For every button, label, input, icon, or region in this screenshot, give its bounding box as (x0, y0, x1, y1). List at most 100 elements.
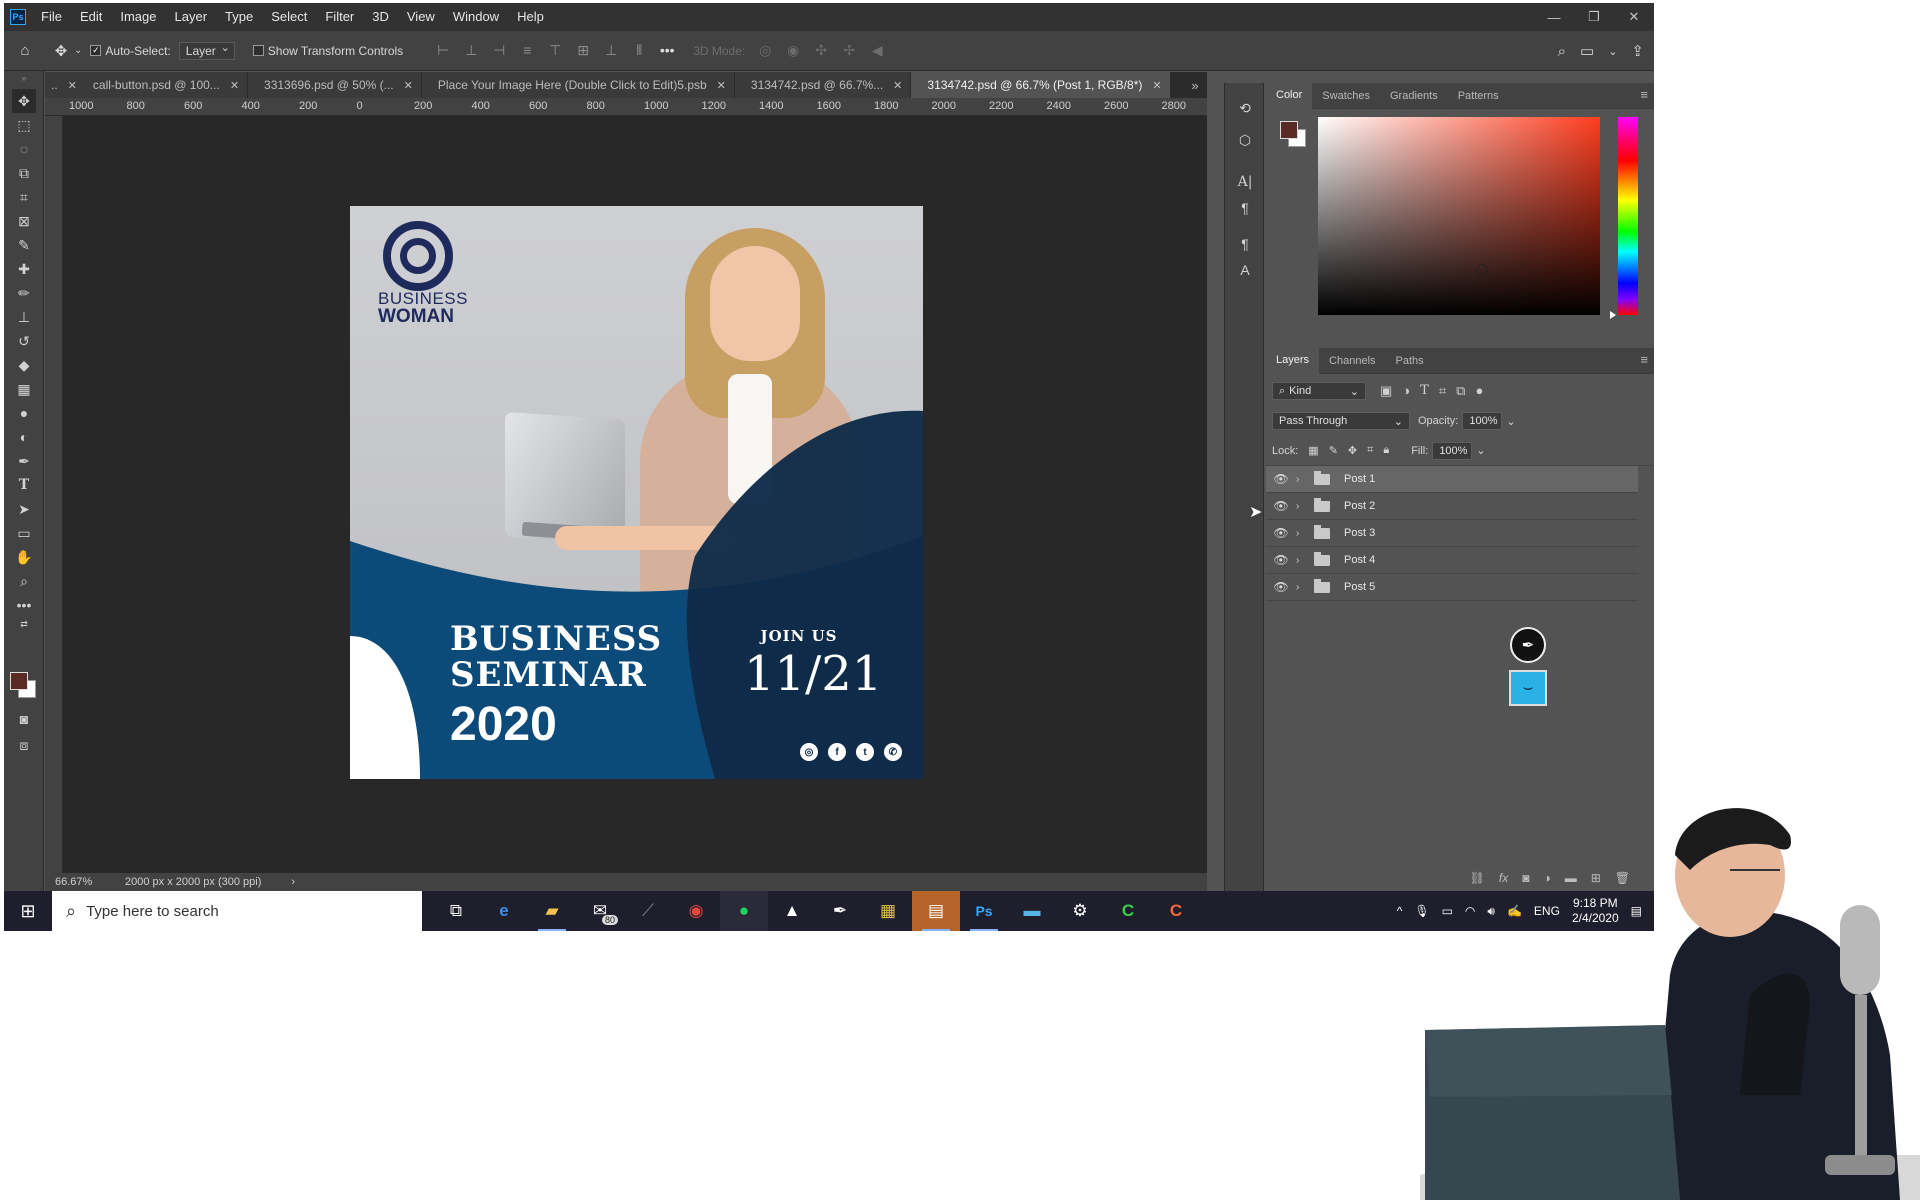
align-top-icon[interactable]: ⊤ (543, 42, 567, 59)
screen-capture-overlay-icon[interactable]: ⌣ (1509, 670, 1547, 706)
edge-browser-icon[interactable]: e (480, 891, 528, 931)
3d-pan-icon[interactable]: ✣ (809, 42, 833, 59)
file-explorer-icon[interactable]: ▰ (528, 891, 576, 931)
tabs-overflow-icon[interactable]: » (1183, 72, 1207, 98)
rectangle-tool-icon[interactable]: ▭ (12, 521, 36, 545)
spotify-icon[interactable]: ● (720, 891, 768, 931)
vertical-ruler[interactable] (45, 116, 63, 873)
tab-paths[interactable]: Paths (1386, 348, 1434, 374)
canvas-area[interactable]: BUSINESS WOMAN BUSINESS SEMINAR 2020 JOI… (63, 116, 1207, 873)
tab-layers[interactable]: Layers (1266, 346, 1320, 375)
tab-3134742-a[interactable]: 3134742.psd @ 66.7%... ✕ (734, 72, 912, 98)
tab-close-icon[interactable]: ✕ (717, 79, 726, 92)
windows-start-icon[interactable]: ⊞ (4, 891, 52, 931)
menu-image[interactable]: Image (111, 3, 165, 31)
taskbar-search[interactable]: ⌕ Type here to search (52, 891, 422, 931)
lock-all-icon[interactable]: 🔒︎ (1383, 444, 1389, 457)
home-icon[interactable]: ⌂ (12, 38, 38, 64)
show-transform-checkbox[interactable]: Show Transform Controls (252, 44, 403, 58)
lock-transparency-icon[interactable]: ▦ (1308, 444, 1318, 457)
tab-gradients[interactable]: Gradients (1380, 83, 1448, 109)
image-editor-icon[interactable]: ▦ (864, 891, 912, 931)
close-icon[interactable]: ✕ (1614, 3, 1654, 31)
3d-scale-icon[interactable]: ◀ (865, 42, 889, 59)
pixel-filter-icon[interactable]: ▣ (1380, 383, 1392, 399)
search-icon[interactable]: ⌕ (1558, 43, 1566, 60)
layer-filter-kind-dropdown[interactable]: ⌕ Kind ⌄ (1272, 382, 1366, 400)
menu-edit[interactable]: Edit (71, 3, 111, 31)
visibility-eye-icon[interactable]: 👁︎ (1266, 553, 1296, 567)
hand-tool-icon[interactable]: ✋ (12, 545, 36, 569)
lock-position-icon[interactable]: ✥ (1348, 444, 1357, 457)
tab-patterns[interactable]: Patterns (1448, 83, 1509, 109)
panel-menu-icon[interactable]: ≡ (1640, 352, 1648, 367)
history-panel-icon[interactable]: ⟲ (1233, 97, 1257, 119)
zoom-tool-icon[interactable]: ⌕ (12, 569, 36, 593)
tab-channels[interactable]: Channels (1319, 348, 1385, 374)
tab-close-icon[interactable]: ✕ (230, 79, 239, 92)
workspace-icon[interactable]: ▭ (1580, 42, 1594, 60)
tab-close-icon[interactable]: ✕ (404, 79, 413, 92)
lasso-tool-icon[interactable]: ◌ (12, 137, 36, 161)
fill-input[interactable]: 100% (1432, 441, 1473, 460)
layer-row-post-3[interactable]: 👁︎ › Post 3 (1266, 520, 1638, 547)
align-bottom-icon[interactable]: ⊥ (599, 42, 623, 59)
calculator-icon[interactable]: ▤ (912, 891, 960, 931)
tool-preset-chevron-icon[interactable]: ⌄ (74, 45, 82, 56)
brush-tool-icon[interactable]: ✏ (12, 281, 36, 305)
character-panel-icon[interactable]: A| (1233, 171, 1257, 193)
opacity-input[interactable]: 100% (1462, 412, 1503, 430)
foreground-color-swatch[interactable] (10, 672, 28, 690)
color-picker-cursor[interactable] (1476, 264, 1488, 276)
edit-toolbar-icon[interactable]: ••• (12, 593, 36, 617)
expand-chevron-icon[interactable]: › (1296, 555, 1310, 566)
color-foreground-swatch[interactable] (1280, 121, 1298, 139)
tab-place-image[interactable]: Place Your Image Here (Double Click to E… (421, 72, 735, 98)
menu-window[interactable]: Window (444, 3, 508, 31)
dodge-tool-icon[interactable]: ◐ (12, 425, 36, 449)
expand-chevron-icon[interactable]: › (1296, 501, 1310, 512)
healing-brush-icon[interactable]: ✚ (12, 257, 36, 281)
tab-call-button[interactable]: .. ✕ call-button.psd @ 100... ✕ (45, 72, 249, 98)
eyedropper-tool-icon[interactable]: ✎ (12, 233, 36, 257)
visibility-eye-icon[interactable]: 👁︎ (1266, 499, 1296, 513)
settings-icon[interactable]: ⚙ (1056, 891, 1104, 931)
horizontal-ruler[interactable]: 1000 800 600 400 200 0 200 400 600 800 1000 1200 140… (45, 98, 1207, 116)
expand-chevron-icon[interactable]: › (1296, 474, 1310, 485)
shape-filter-icon[interactable]: ⌗ (1439, 383, 1446, 399)
layer-row-post-5[interactable]: 👁︎ › Post 5 (1266, 574, 1638, 601)
expand-chevron-icon[interactable]: › (1296, 582, 1310, 593)
recorder-icon[interactable]: C (1152, 891, 1200, 931)
tab-close-icon[interactable]: ✕ (1152, 79, 1161, 92)
menu-layer[interactable]: Layer (166, 3, 217, 31)
align-right-icon[interactable]: ⊣ (487, 42, 511, 59)
fill-chevron-icon[interactable]: ⌄ (1476, 444, 1485, 457)
tab-3313696[interactable]: 3313696.psd @ 50% (... ✕ (248, 72, 422, 98)
layer-row-post-2[interactable]: 👁︎ › Post 2 (1266, 493, 1638, 520)
tab-close-icon[interactable]: ✕ (893, 79, 902, 92)
quick-mask-icon[interactable]: ◙ (12, 707, 36, 731)
hue-slider[interactable] (1618, 117, 1638, 315)
character-styles-icon[interactable]: A (1233, 259, 1257, 281)
blur-tool-icon[interactable]: ● (12, 401, 36, 425)
type-filter-icon[interactable]: T (1420, 383, 1429, 399)
panel-menu-icon[interactable]: ≡ (1640, 87, 1648, 102)
menu-file[interactable]: File (32, 3, 71, 31)
minimize-icon[interactable]: — (1534, 3, 1574, 31)
photoshop-taskbar-icon[interactable]: Ps (960, 891, 1008, 931)
auto-select-checkbox[interactable]: ✓ Auto-Select: (90, 44, 171, 58)
menu-view[interactable]: View (398, 3, 444, 31)
marquee-tool-icon[interactable]: ⬚ (12, 113, 36, 137)
visibility-eye-icon[interactable]: 👁︎ (1266, 526, 1296, 540)
distribute-icon[interactable]: ≡ (515, 42, 539, 59)
task-view-icon[interactable]: ⧉ (432, 891, 480, 931)
history-brush-icon[interactable]: ↺ (12, 329, 36, 353)
crop-tool-icon[interactable]: ⌗ (12, 185, 36, 209)
auto-select-dropdown[interactable]: Layer (178, 41, 235, 60)
adjustment-filter-icon[interactable]: ◑ (1402, 383, 1410, 399)
hue-slider-arrow-icon[interactable] (1610, 311, 1616, 319)
smart-object-filter-icon[interactable]: ⧉ (1456, 383, 1465, 399)
pen-tool-overlay-icon[interactable]: ✒ (1510, 627, 1546, 663)
distribute-vertical-icon[interactable]: ⦀ (627, 42, 651, 59)
paragraph-styles-icon[interactable]: ¶ (1233, 233, 1257, 255)
